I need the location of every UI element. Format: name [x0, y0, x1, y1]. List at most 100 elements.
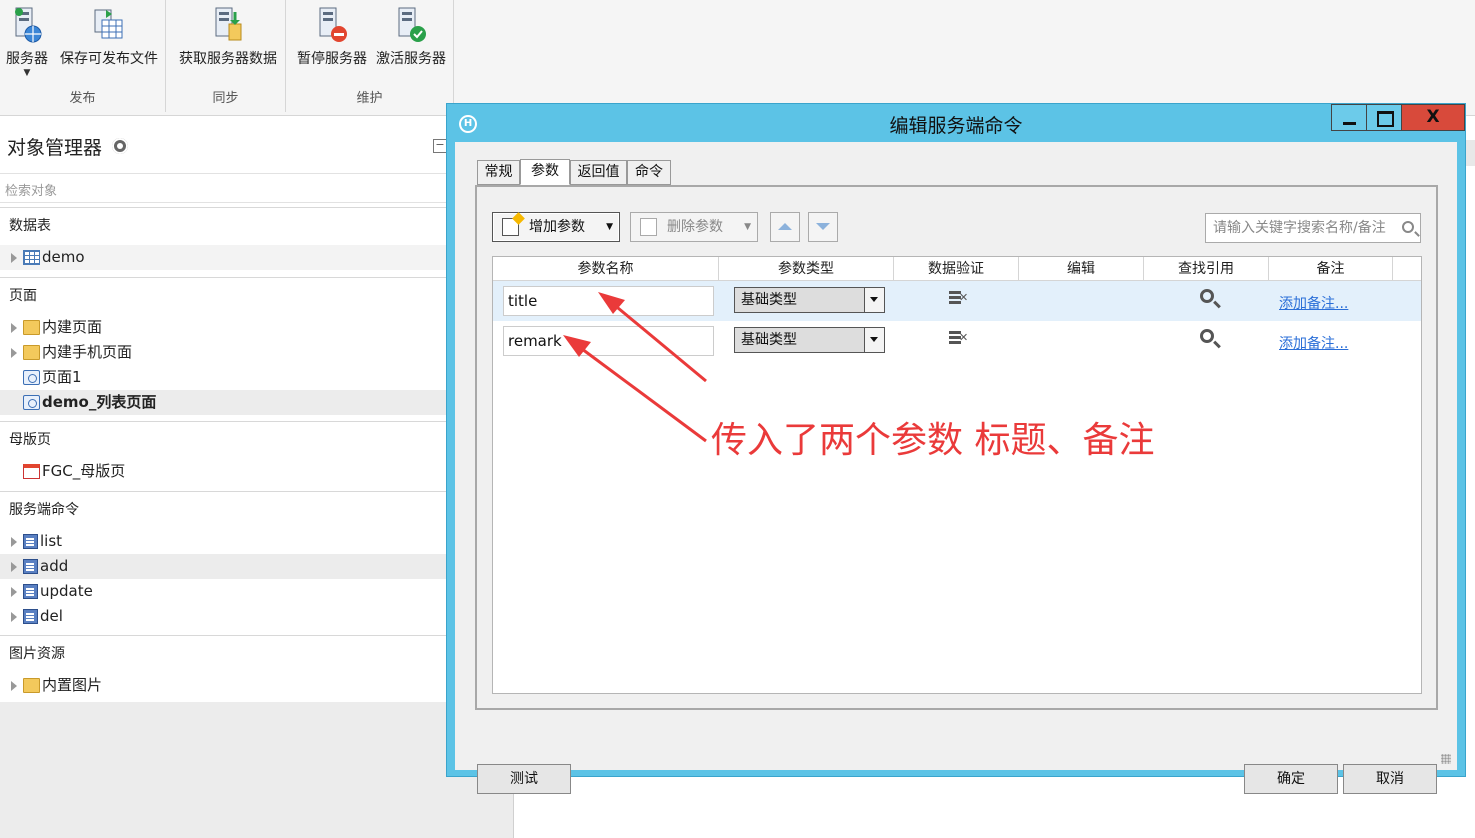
test-button[interactable]: 测试 [477, 764, 571, 794]
ribbon-group-publish: 服务器 ▼ 保存可发布文件 发布 [0, 0, 166, 112]
column-header-edit: 编辑 [1019, 257, 1144, 281]
dialog-title: 编辑服务端命令 [889, 115, 1023, 137]
tree-item-builtin-pages[interactable]: 内建页面 [0, 315, 446, 340]
delete-parameter-button[interactable]: 删除参数 ▼ [630, 212, 758, 242]
folder-icon [23, 345, 40, 360]
expand-arrow-icon[interactable] [11, 347, 17, 358]
ribbon-group-label-sync: 同步 [212, 91, 239, 106]
server-command-icon [23, 584, 38, 599]
page-icon [23, 370, 40, 385]
tree-item-builtin-images[interactable]: 内置图片 [0, 673, 446, 698]
tree-item-fgc-master-page[interactable]: FGC_母版页 [0, 459, 446, 484]
magnifier-icon[interactable] [1200, 289, 1214, 303]
tree-item-del-command[interactable]: del [0, 604, 446, 629]
tree-item-label: 内建页面 [42, 318, 103, 336]
expand-arrow-icon[interactable] [11, 586, 17, 597]
column-header-name: 参数名称 [493, 257, 719, 281]
server-command-icon [23, 559, 38, 574]
tree-item-demo-list-page[interactable]: demo_列表页面 [0, 390, 446, 415]
server-stop-icon [315, 6, 349, 44]
parameter-type-select[interactable]: 基础类型 [734, 327, 885, 353]
ribbon-group-label-publish: 发布 [69, 91, 96, 106]
data-validation-icon[interactable] [949, 289, 969, 307]
column-header-type: 参数类型 [719, 257, 894, 281]
tree-item-demo-table[interactable]: demo [0, 245, 446, 270]
table-icon [23, 250, 40, 265]
pause-server-button[interactable]: 暂停服务器 [294, 6, 370, 68]
server-command-icon [23, 534, 38, 549]
add-note-link[interactable]: 添加备注... [1279, 333, 1348, 353]
data-validation-icon[interactable] [949, 329, 969, 347]
tree-item-label: FGC_母版页 [42, 462, 126, 480]
tree-item-label: add [40, 557, 69, 575]
close-button[interactable]: X [1401, 104, 1465, 131]
expand-arrow-icon[interactable] [11, 536, 17, 547]
tree-item-label: list [40, 532, 63, 550]
parameter-type-value: 基础类型 [741, 332, 797, 348]
parameter-name-input[interactable]: title [503, 286, 714, 316]
expand-arrow-icon[interactable] [11, 561, 17, 572]
table-row[interactable]: remark 基础类型 添加备注... [493, 321, 1421, 361]
tree-item-label: update [40, 582, 93, 600]
ribbon-group-label-maintain: 维护 [356, 91, 383, 106]
move-down-button[interactable] [808, 212, 838, 242]
tree-item-update-command[interactable]: update [0, 579, 446, 604]
save-publishable-file-button[interactable]: 保存可发布文件 [56, 6, 162, 68]
server-button-label: 服务器 [6, 51, 48, 67]
move-up-button[interactable] [770, 212, 800, 242]
activate-server-button[interactable]: 激活服务器 [373, 6, 449, 68]
tab-parameters[interactable]: 参数 [520, 159, 570, 185]
folder-icon [23, 678, 40, 693]
tree-item-label: demo_列表页面 [42, 393, 157, 411]
tree-item-page1[interactable]: 页面1 [0, 365, 446, 390]
ribbon-group-maintain: 暂停服务器 激活服务器 维护 [286, 0, 454, 112]
tree-item-builtin-mobile-pages[interactable]: 内建手机页面 [0, 340, 446, 365]
chevron-down-icon[interactable] [864, 288, 884, 312]
chevron-down-icon[interactable]: ▼ [3, 68, 51, 78]
resize-grip-icon[interactable] [1441, 754, 1451, 764]
pause-server-label: 暂停服务器 [297, 51, 367, 67]
section-pages: 页面 [0, 277, 446, 307]
maximize-button[interactable] [1366, 104, 1402, 131]
expand-arrow-icon[interactable] [11, 252, 17, 263]
expand-arrow-icon[interactable] [11, 611, 17, 622]
server-globe-icon [10, 6, 44, 44]
chevron-down-icon[interactable]: ▼ [744, 213, 751, 241]
ok-button[interactable]: 确定 [1244, 764, 1338, 794]
scroll-edge [1466, 140, 1475, 166]
tree-item-list-command[interactable]: list [0, 529, 446, 554]
column-header-find-references: 查找引用 [1144, 257, 1269, 281]
object-search-input[interactable]: 检索对象 [0, 173, 446, 203]
expand-arrow-icon[interactable] [11, 322, 17, 333]
tree-item-add-command[interactable]: add [0, 554, 446, 579]
parameter-type-select[interactable]: 基础类型 [734, 287, 885, 313]
close-icon: X [1426, 107, 1440, 127]
parameter-name-input[interactable]: remark [503, 326, 714, 356]
collapse-icon[interactable]: − [433, 139, 447, 153]
dialog-titlebar[interactable]: H 编辑服务端命令 X [447, 104, 1465, 142]
chevron-down-icon[interactable]: ▼ [606, 213, 613, 241]
search-icon[interactable] [1402, 221, 1414, 233]
table-row[interactable]: title 基础类型 添加备注... [493, 281, 1421, 321]
magnifier-icon[interactable] [1200, 329, 1214, 343]
server-button[interactable]: 服务器 ▼ [3, 6, 51, 78]
parameters-grid: 参数名称 参数类型 数据验证 编辑 查找引用 备注 title 基础类型 添加备… [492, 256, 1422, 694]
gear-icon[interactable] [112, 138, 128, 154]
add-note-link[interactable]: 添加备注... [1279, 293, 1348, 313]
ribbon-toolbar: 服务器 ▼ 保存可发布文件 发布 获取服务器数据 同步 暂停服务器 激活服务器 … [0, 0, 1475, 116]
section-image-resources: 图片资源 [0, 635, 446, 665]
tab-return-values[interactable]: 返回值 [570, 160, 627, 185]
expand-arrow-icon[interactable] [11, 680, 17, 691]
section-server-commands: 服务端命令 [0, 491, 446, 521]
add-parameter-button[interactable]: 增加参数 ▼ [492, 212, 620, 242]
chevron-down-icon[interactable] [864, 328, 884, 352]
ribbon-group-sync: 获取服务器数据 同步 [166, 0, 286, 112]
tab-command[interactable]: 命令 [627, 160, 671, 185]
fetch-server-data-button[interactable]: 获取服务器数据 [175, 6, 281, 68]
object-manager-panel: 对象管理器 − 检索对象 数据表 demo 页面 内建页面 内建手机页面 页面1… [0, 117, 447, 702]
parameter-search-input[interactable]: 请输入关键字搜索名称/备注 [1205, 213, 1421, 243]
minimize-button[interactable] [1331, 104, 1367, 131]
tab-general[interactable]: 常规 [477, 160, 520, 185]
annotation-text: 传入了两个参数 标题、备注 [711, 420, 1155, 461]
cancel-button[interactable]: 取消 [1343, 764, 1437, 794]
